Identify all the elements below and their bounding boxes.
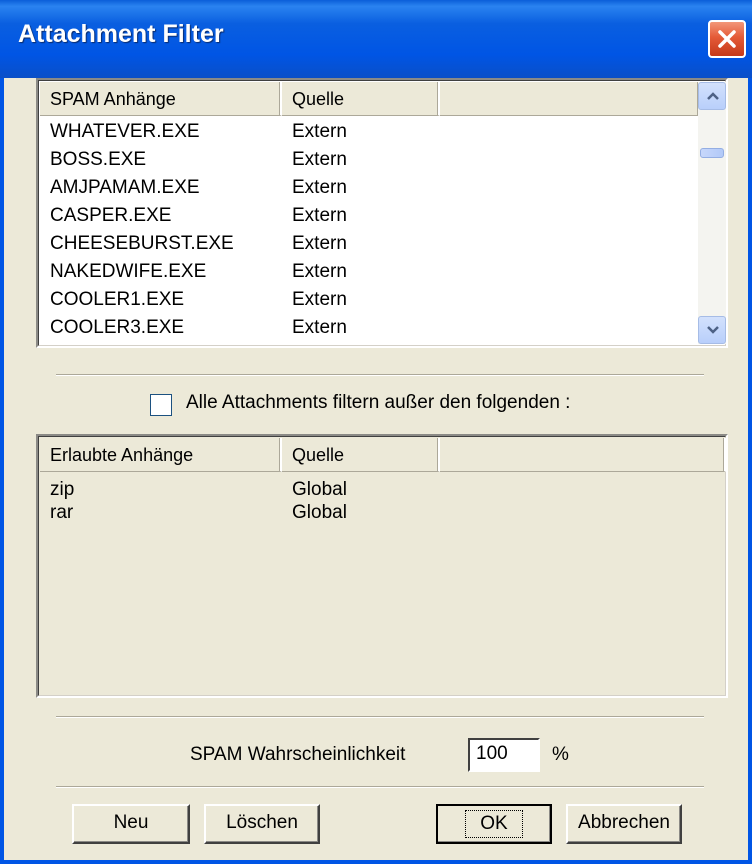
chevron-down-icon	[707, 326, 719, 334]
separator	[56, 374, 704, 376]
spam-attachments-list[interactable]: SPAM Anhänge Quelle WHATEVER.EXE Extern B…	[36, 78, 728, 348]
allowed-list-header: Erlaubte Anhänge Quelle	[40, 438, 726, 472]
attachment-name: AMJPAMAM.EXE	[50, 177, 200, 198]
vertical-scrollbar[interactable]	[698, 82, 726, 344]
column-header-spam-attachments[interactable]: SPAM Anhänge	[40, 82, 282, 116]
table-row[interactable]: CHEESEBURST.EXE Extern	[40, 230, 440, 258]
window-title: Attachment Filter	[18, 20, 224, 48]
attachment-source: Extern	[292, 177, 347, 198]
column-header-empty[interactable]	[440, 438, 726, 472]
allowed-attachments-list[interactable]: Erlaubte Anhänge Quelle zip Global rar Glo…	[36, 434, 728, 698]
window-frame-bottom	[0, 860, 752, 864]
attachment-name: WHATEVER.EXE	[50, 121, 200, 142]
chevron-up-icon	[707, 92, 719, 100]
attachment-name: COOLER1.EXE	[50, 289, 185, 310]
attachment-name: rar	[50, 502, 74, 523]
attachment-name: zip	[50, 479, 75, 500]
attachment-name: CHEESEBURST.EXE	[50, 233, 234, 254]
scroll-down-button[interactable]	[698, 316, 726, 344]
title-bar[interactable]: Attachment Filter	[0, 0, 752, 78]
table-row[interactable]: NAKEDWIFE.EXE Extern	[40, 258, 440, 286]
separator	[56, 716, 704, 718]
cancel-button[interactable]: Abbrechen	[566, 804, 682, 844]
table-row[interactable]: BOSS.EXE Extern	[40, 146, 440, 174]
attachment-source: Extern	[292, 317, 347, 338]
attachment-source: Extern	[292, 205, 347, 226]
close-button[interactable]	[708, 20, 746, 58]
spam-list-rows: WHATEVER.EXE Extern BOSS.EXE Extern AMJPAM…	[40, 118, 440, 342]
attachment-name: CASPER.EXE	[50, 205, 172, 226]
table-row[interactable]: COOLER3.EXE Extern	[40, 314, 440, 342]
table-row[interactable]: zip Global	[40, 478, 440, 501]
table-row[interactable]: CASPER.EXE Extern	[40, 202, 440, 230]
table-row[interactable]: AMJPAMAM.EXE Extern	[40, 174, 440, 202]
filter-all-checkbox[interactable]	[150, 394, 172, 416]
attachment-source: Extern	[292, 121, 347, 142]
list-border	[38, 436, 726, 696]
close-icon	[718, 30, 736, 48]
column-header-source[interactable]: Quelle	[282, 438, 440, 472]
window-frame-left	[0, 78, 4, 864]
table-row[interactable]: COOLER1.EXE Extern	[40, 286, 440, 314]
attachment-source: Extern	[292, 261, 347, 282]
attachment-name: NAKEDWIFE.EXE	[50, 261, 207, 282]
table-row[interactable]: rar Global	[40, 501, 440, 524]
ok-button-label: OK	[465, 810, 523, 838]
attachment-source: Global	[292, 502, 347, 523]
column-header-empty[interactable]	[440, 82, 700, 116]
spam-list-header: SPAM Anhänge Quelle	[40, 82, 700, 116]
filter-all-label[interactable]: Alle Attachments filtern außer den folge…	[186, 392, 570, 414]
attachment-source: Global	[292, 479, 347, 500]
window-frame-right	[748, 78, 752, 864]
column-header-source[interactable]: Quelle	[282, 82, 440, 116]
separator	[56, 786, 704, 788]
scrollbar-thumb[interactable]	[700, 148, 724, 158]
attachment-filter-dialog: Attachment Filter SPAM Anhänge Quelle WH…	[0, 0, 752, 864]
new-button[interactable]: Neu	[72, 804, 190, 844]
attachment-source: Extern	[292, 233, 347, 254]
percent-unit: %	[552, 744, 569, 765]
delete-button[interactable]: Löschen	[204, 804, 320, 844]
attachment-name: BOSS.EXE	[50, 149, 147, 170]
table-row[interactable]: WHATEVER.EXE Extern	[40, 118, 440, 146]
scroll-up-button[interactable]	[698, 82, 726, 110]
spam-probability-label: SPAM Wahrscheinlichkeit	[190, 744, 406, 765]
attachment-source: Extern	[292, 289, 347, 310]
spam-probability-input[interactable]: 100	[468, 738, 540, 772]
attachment-name: COOLER3.EXE	[50, 317, 185, 338]
allowed-list-rows: zip Global rar Global	[40, 478, 440, 524]
ok-button[interactable]: OK	[436, 804, 552, 844]
attachment-source: Extern	[292, 149, 347, 170]
column-header-allowed-attachments[interactable]: Erlaubte Anhänge	[40, 438, 282, 472]
